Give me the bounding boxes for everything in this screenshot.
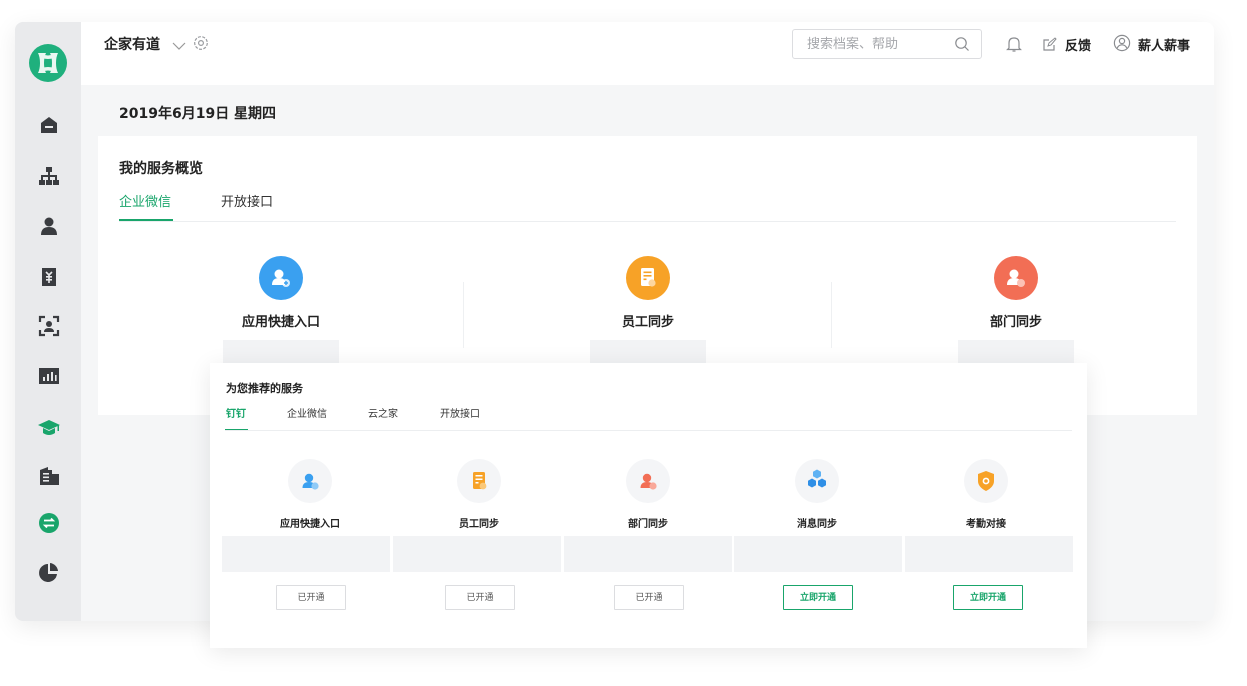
service-app-shortcut[interactable]: 应用快捷入口 bbox=[211, 256, 351, 364]
logo[interactable] bbox=[29, 44, 67, 82]
sidebar-salary-icon[interactable] bbox=[36, 264, 62, 290]
card-message-sync: 消息同步 bbox=[733, 459, 901, 530]
sidebar-org-chart-icon[interactable] bbox=[36, 163, 62, 189]
column-separator bbox=[463, 282, 464, 348]
service-footer-stub bbox=[590, 340, 706, 364]
search-box[interactable] bbox=[792, 29, 982, 59]
activated-button[interactable]: 已开通 bbox=[445, 585, 515, 610]
card-band bbox=[734, 536, 902, 572]
document-icon bbox=[457, 459, 501, 503]
card-band bbox=[564, 536, 732, 572]
sidebar-home-icon[interactable] bbox=[36, 112, 62, 138]
card-department-sync: 部门同步 bbox=[564, 459, 732, 530]
sidebar-pie-chart-icon[interactable] bbox=[36, 560, 62, 586]
tab-wecom[interactable]: 企业微信 bbox=[287, 405, 327, 420]
card-band bbox=[905, 536, 1073, 572]
tab-open-api[interactable]: 开放接口 bbox=[440, 405, 480, 420]
tab-dingtalk[interactable]: 钉钉 bbox=[226, 405, 246, 420]
popup-title: 为您推荐的服务 bbox=[226, 382, 303, 395]
tab-open-api[interactable]: 开放接口 bbox=[221, 191, 273, 210]
service-department-sync[interactable]: 部门同步 bbox=[946, 256, 1086, 364]
activate-now-button[interactable]: 立即开通 bbox=[953, 585, 1023, 610]
logo-mark-icon bbox=[38, 53, 58, 73]
user-plus-icon bbox=[288, 459, 332, 503]
feedback-link[interactable]: 反馈 bbox=[1065, 35, 1091, 54]
service-label: 应用快捷入口 bbox=[241, 315, 320, 330]
service-label: 员工同步 bbox=[621, 315, 674, 330]
card-band bbox=[222, 536, 390, 572]
card-label: 考勤对接 bbox=[966, 519, 1006, 530]
user-edit-icon bbox=[626, 459, 670, 503]
card-label: 应用快捷入口 bbox=[280, 519, 340, 530]
service-label: 部门同步 bbox=[989, 315, 1042, 330]
date-line: 2019年6月19日 星期四 bbox=[119, 106, 277, 122]
recommended-services-popup: 为您推荐的服务 钉钉 企业微信 云之家 开放接口 应用快捷入口 员工同步 部门同… bbox=[210, 363, 1087, 648]
sidebar bbox=[15, 22, 81, 621]
card-attendance: 考勤对接 bbox=[902, 459, 1070, 530]
brand-name[interactable]: 企家有道 bbox=[104, 34, 160, 54]
tab-yunzhijia[interactable]: 云之家 bbox=[368, 405, 398, 420]
shield-icon bbox=[964, 459, 1008, 503]
search-icon[interactable] bbox=[954, 36, 970, 56]
chevron-down-icon[interactable] bbox=[172, 36, 186, 55]
top-header: 企家有道 反馈 薪人薪事 bbox=[81, 22, 1214, 85]
sidebar-scan-face-icon[interactable] bbox=[36, 313, 62, 339]
gear-icon[interactable] bbox=[192, 34, 210, 56]
column-separator bbox=[831, 282, 832, 348]
service-footer-stub bbox=[958, 340, 1074, 364]
card-employee-sync: 员工同步 bbox=[395, 459, 563, 530]
card-app-shortcut: 应用快捷入口 bbox=[226, 459, 394, 530]
tab-divider bbox=[225, 430, 1072, 431]
document-icon bbox=[626, 256, 670, 300]
panel-title: 我的服务概览 bbox=[119, 161, 203, 177]
tab-wecom[interactable]: 企业微信 bbox=[119, 191, 171, 210]
user-circle-icon[interactable] bbox=[1113, 34, 1131, 56]
sidebar-building-icon[interactable] bbox=[36, 463, 62, 489]
sidebar-graduation-cap-icon[interactable] bbox=[36, 415, 62, 441]
activated-button[interactable]: 已开通 bbox=[276, 585, 346, 610]
sidebar-bar-chart-icon[interactable] bbox=[36, 363, 62, 389]
card-label: 消息同步 bbox=[797, 519, 837, 530]
hexagon-cluster-icon bbox=[795, 459, 839, 503]
edit-icon[interactable] bbox=[1043, 36, 1057, 55]
card-band bbox=[393, 536, 561, 572]
tab-divider bbox=[119, 221, 1176, 222]
sidebar-transfer-icon[interactable] bbox=[36, 510, 62, 536]
user-plus-icon bbox=[259, 256, 303, 300]
search-input[interactable] bbox=[807, 35, 947, 53]
user-edit-icon bbox=[994, 256, 1038, 300]
user-name[interactable]: 薪人薪事 bbox=[1138, 35, 1190, 54]
card-label: 员工同步 bbox=[459, 519, 499, 530]
service-employee-sync[interactable]: 员工同步 bbox=[578, 256, 718, 364]
card-label: 部门同步 bbox=[628, 519, 668, 530]
activated-button[interactable]: 已开通 bbox=[614, 585, 684, 610]
bell-icon[interactable] bbox=[1006, 35, 1022, 57]
sidebar-person-icon[interactable] bbox=[36, 213, 62, 239]
activate-now-button[interactable]: 立即开通 bbox=[783, 585, 853, 610]
service-footer-stub bbox=[223, 340, 339, 364]
